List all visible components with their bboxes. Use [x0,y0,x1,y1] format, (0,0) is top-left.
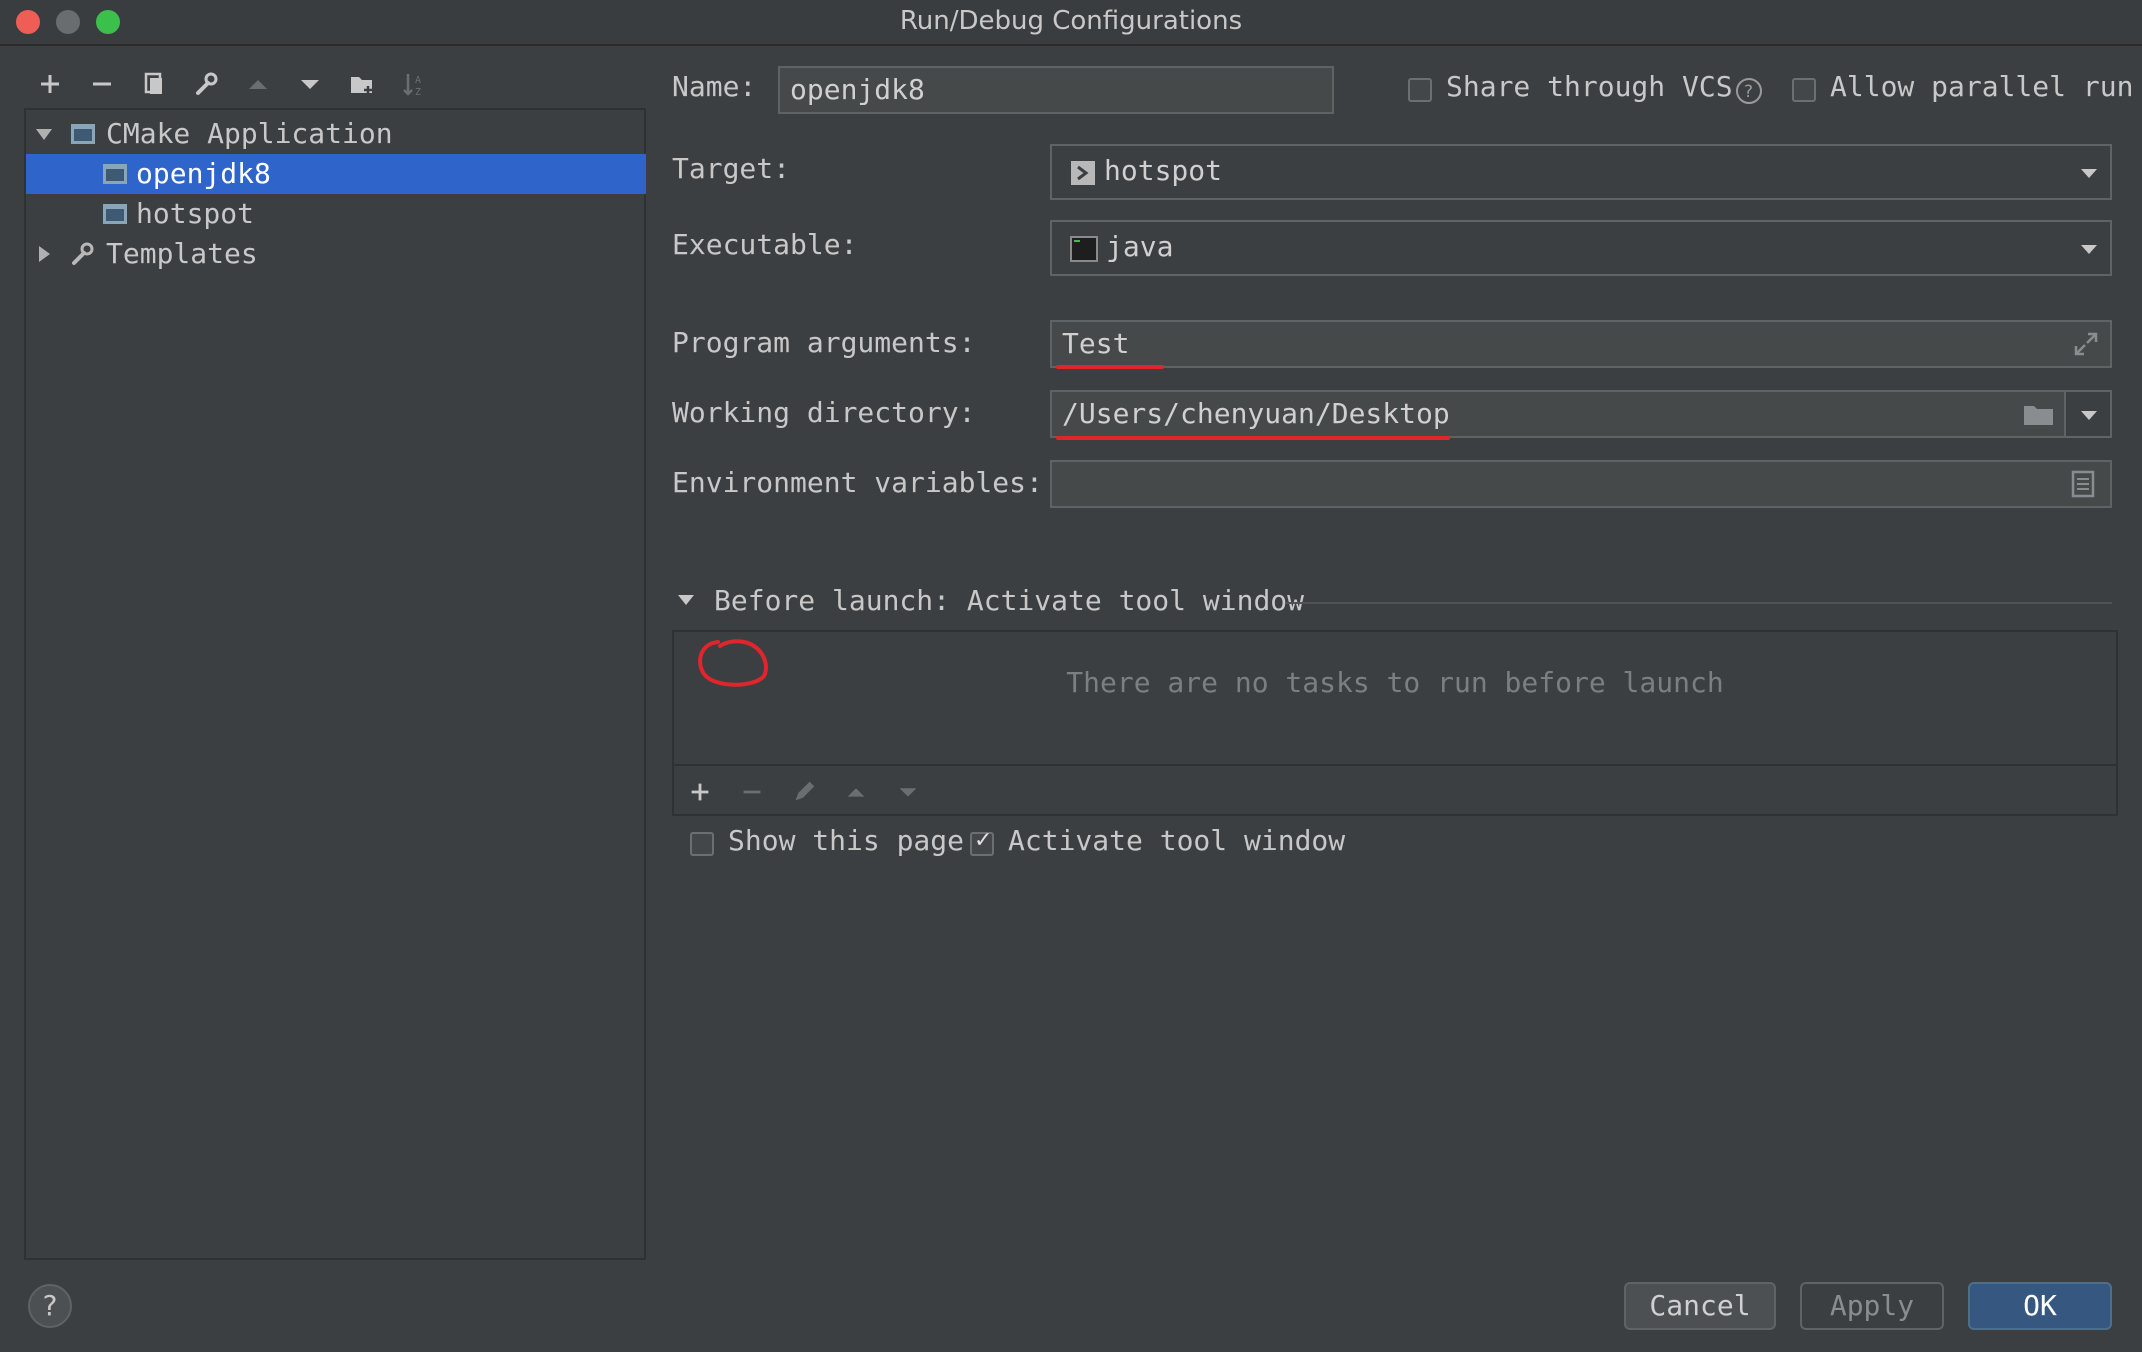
folder-icon[interactable] [2022,400,2056,428]
move-up-button[interactable] [238,64,278,104]
remove-config-button[interactable] [82,64,122,104]
expand-arrow-icon[interactable] [34,124,54,144]
tree-item-cmake-application[interactable]: CMake Application [26,114,646,154]
collapse-arrow-icon[interactable] [34,244,54,264]
section-divider [1286,602,2112,604]
copy-icon [144,72,162,94]
target-select[interactable]: hotspot [1050,144,2112,200]
cancel-button[interactable]: Cancel [1624,1282,1776,1330]
allow-parallel-label: Allow parallel run [1830,70,2134,103]
show-page-checkbox[interactable] [690,832,714,856]
collapse-arrow-icon[interactable] [676,592,696,608]
plus-icon [41,75,59,93]
apply-button[interactable]: Apply [1800,1282,1944,1330]
pencil-icon [795,781,815,801]
edit-task-button[interactable] [784,774,824,810]
help-circle-icon[interactable]: ? [1734,76,1764,106]
name-input[interactable]: openjdk8 [778,66,1334,114]
program-args-value: Test [1062,327,1130,360]
help-button[interactable]: ? [28,1284,72,1328]
ok-button[interactable]: OK [1968,1282,2112,1330]
share-vcs-checkbox[interactable] [1408,78,1432,102]
plus-icon [691,783,709,801]
wrench-icon [72,242,94,265]
program-args-label: Program arguments: [672,326,976,359]
executable-value: java [1106,230,1174,263]
program-args-input[interactable]: Test [1050,320,2112,368]
folder-add-icon [351,77,372,94]
add-config-button[interactable] [30,64,70,104]
configuration-tree[interactable]: CMake Application openjdk8 hotspot Templ… [24,108,646,1260]
expand-icon[interactable] [2072,330,2100,358]
arrow-up-icon [249,80,267,89]
window-title: Run/Debug Configurations [899,6,1243,36]
working-dir-macro-dropdown[interactable] [2064,390,2112,438]
new-folder-button[interactable] [342,64,382,104]
chevron-down-icon[interactable] [2080,242,2098,256]
title-bar: Run/Debug Configurations [0,0,2142,46]
activate-window-checkbox[interactable] [970,828,994,856]
chevron-down-icon[interactable] [2080,166,2098,180]
tree-item-label: openjdk8 [136,157,271,190]
annotation-underline [1056,365,1164,369]
working-dir-input[interactable]: /Users/chenyuan/Desktop [1050,390,2066,438]
svg-text:A: A [415,75,421,86]
cmake-target-icon [103,204,127,224]
activate-window-label: Activate tool window [1008,824,1346,857]
sort-button[interactable]: AZ [394,64,434,104]
before-launch-header[interactable]: Before launch: Activate tool window [714,584,1304,617]
remove-task-button[interactable] [732,774,772,810]
tree-root-label: CMake Application [106,117,393,150]
arrow-down-icon [899,788,917,797]
allow-parallel-checkbox[interactable] [1792,78,1816,102]
arrow-up-icon [847,788,865,797]
cmake-app-icon [71,124,95,144]
move-task-down-button[interactable] [888,774,928,810]
minus-icon [93,82,111,86]
cmake-target-icon [103,164,127,184]
target-label: Target: [672,152,791,185]
templates-label: Templates [106,237,258,270]
edit-defaults-button[interactable] [186,64,226,104]
cmake-target-icon [1071,161,1095,185]
svg-text:Z: Z [415,87,421,98]
tree-item-hotspot[interactable]: hotspot [26,194,646,234]
name-label: Name: [672,70,757,103]
show-page-label: Show this page [728,824,965,857]
executable-select[interactable]: java [1050,220,2112,276]
share-vcs-label: Share through VCS [1446,70,1733,103]
annotation-underline [1056,436,1450,440]
move-down-button[interactable] [290,64,330,104]
working-dir-label: Working directory: [672,396,976,429]
clipboard-icon[interactable] [2070,470,2096,498]
tree-item-openjdk8[interactable]: openjdk8 [26,154,646,194]
sort-icon: AZ [403,74,421,98]
env-vars-label: Environment variables: [672,466,1043,499]
chevron-down-icon [2081,411,2097,420]
env-vars-input[interactable] [1050,460,2112,508]
move-task-up-button[interactable] [836,774,876,810]
terminal-icon [1070,236,1098,262]
arrow-down-icon [301,80,319,89]
tree-item-label: hotspot [136,197,255,230]
wrench-icon [196,72,218,95]
target-value: hotspot [1104,154,1223,187]
copy-config-button[interactable] [134,64,174,104]
executable-label: Executable: [672,228,858,261]
tree-item-templates[interactable]: Templates [26,234,646,274]
working-dir-value: /Users/chenyuan/Desktop [1062,397,1450,430]
svg-text:?: ? [1744,82,1753,102]
tasks-toolbar-divider [674,764,2116,766]
minus-icon [743,790,761,794]
add-task-button[interactable] [680,774,720,810]
empty-tasks-text: There are no tasks to run before launch [1066,666,1724,699]
